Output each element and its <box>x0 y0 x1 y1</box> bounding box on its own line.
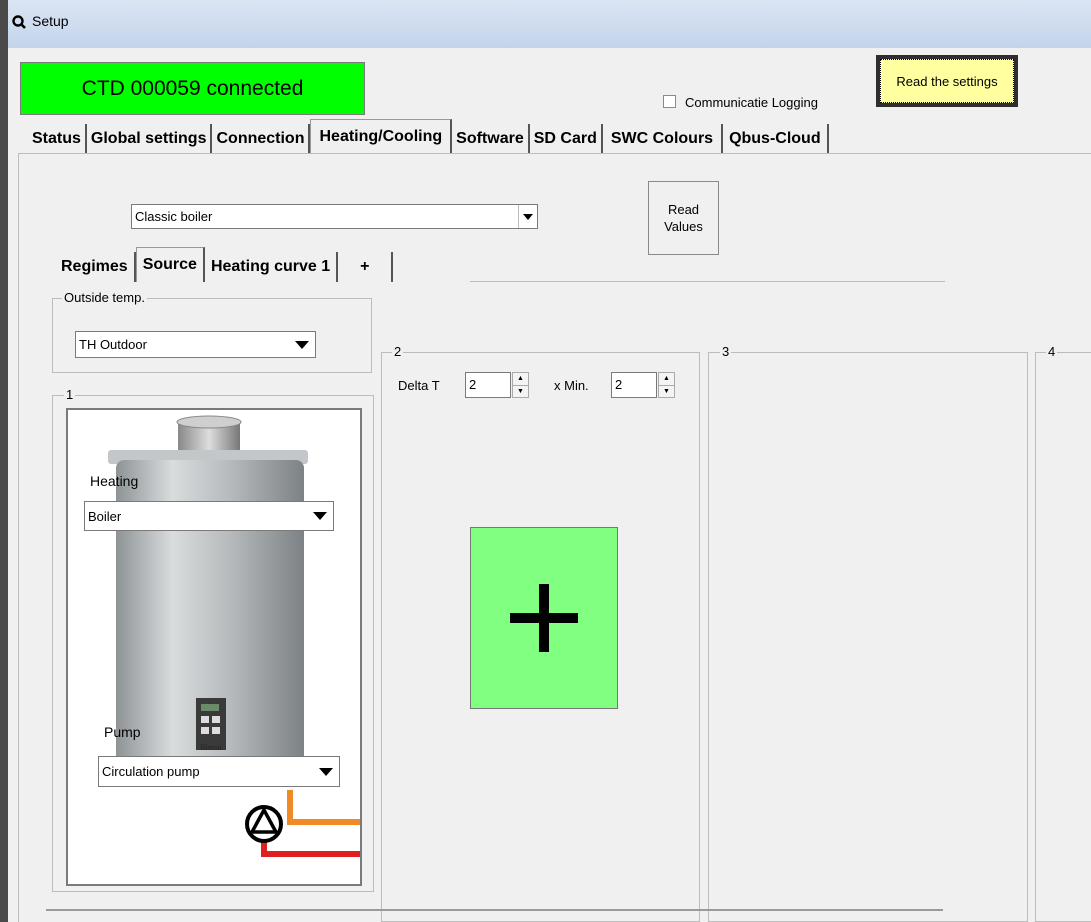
group-3-label: 3 <box>720 344 732 359</box>
window-frame <box>0 48 8 922</box>
spin-up-icon[interactable]: ▲ <box>659 373 674 386</box>
tab-global-settings[interactable]: Global settings <box>87 124 213 154</box>
tab-swc-colours[interactable]: SWC Colours <box>603 124 724 154</box>
delta-t-spinner[interactable]: ▲ ▼ <box>512 372 529 398</box>
subtab-source[interactable]: Source <box>135 247 205 282</box>
device-brand: Rinnai <box>200 743 222 752</box>
pump-select[interactable]: Circulation pump <box>98 756 340 787</box>
bottom-divider <box>46 909 943 911</box>
chevron-down-icon <box>313 757 339 786</box>
heating-label: Heating <box>90 473 139 489</box>
delta-t-label: Delta T <box>398 378 440 393</box>
pump-label: Pump <box>104 724 141 740</box>
chevron-down-icon <box>518 205 537 228</box>
add-source-button[interactable] <box>470 527 618 709</box>
group-1-label: 1 <box>64 387 76 402</box>
spin-down-icon[interactable]: ▼ <box>513 386 528 398</box>
sub-tab-bar: Regimes Source Heating curve 1 + <box>55 247 394 282</box>
read-values-line2: Values <box>664 219 703 234</box>
heating-value: Boiler <box>88 508 122 524</box>
logging-checkbox[interactable] <box>663 95 676 108</box>
plus-icon <box>510 584 578 652</box>
title-bar: Setup <box>0 0 1091 48</box>
delta-t-input[interactable]: 2 <box>465 372 511 398</box>
group-2-label: 2 <box>392 344 404 359</box>
window-title: Setup <box>32 13 69 29</box>
group-3 <box>708 352 1028 922</box>
read-values-line1: Read <box>667 202 700 217</box>
logging-label: Communicatie Logging <box>685 95 818 110</box>
group-4 <box>1035 352 1091 922</box>
tab-status[interactable]: Status <box>28 124 87 154</box>
chevron-down-icon <box>289 332 315 357</box>
tab-connection[interactable]: Connection <box>212 124 311 154</box>
subtab-regimes[interactable]: Regimes <box>55 252 136 282</box>
subtab-divider <box>470 281 945 282</box>
x-min-input[interactable]: 2 <box>611 372 657 398</box>
system-type-select[interactable]: Classic boiler <box>131 204 538 229</box>
group-4-label: 4 <box>1046 344 1058 359</box>
outside-temp-label: Outside temp. <box>62 290 147 305</box>
connection-status: CTD 000059 connected <box>20 62 365 115</box>
read-settings-label: Read the settings <box>880 59 1014 103</box>
spin-up-icon[interactable]: ▲ <box>513 373 528 386</box>
main-tab-bar: Status Global settings Connection Heatin… <box>28 119 829 154</box>
read-values-button[interactable]: Read Values <box>648 181 719 255</box>
outside-temp-value: TH Outdoor <box>79 337 147 352</box>
tab-sd-card[interactable]: SD Card <box>530 124 603 154</box>
tab-qbus-cloud[interactable]: Qbus-Cloud <box>723 124 829 154</box>
heating-select[interactable]: Boiler <box>84 501 334 531</box>
pump-value: Circulation pump <box>102 764 200 779</box>
spin-down-icon[interactable]: ▼ <box>659 386 674 398</box>
app-icon <box>12 15 26 29</box>
x-min-label: x Min. <box>554 378 589 393</box>
subtab-heating-curve-1[interactable]: Heating curve 1 <box>205 252 339 282</box>
system-type-value: Classic boiler <box>135 209 213 224</box>
read-settings-button[interactable]: Read the settings <box>876 55 1018 107</box>
subtab-add[interactable]: + <box>338 252 394 282</box>
outside-temp-select[interactable]: TH Outdoor <box>75 331 316 358</box>
tab-software[interactable]: Software <box>452 124 530 154</box>
x-min-spinner[interactable]: ▲ ▼ <box>658 372 675 398</box>
tab-heating-cooling[interactable]: Heating/Cooling <box>310 119 453 154</box>
chevron-down-icon <box>307 502 333 530</box>
